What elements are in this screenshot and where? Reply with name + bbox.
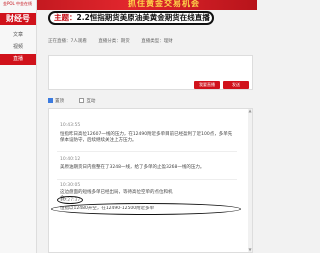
- message-text: 恒指昨日高位12607一线的压力，在12490附近多单目前已经盈利了近100点，…: [60, 132, 233, 143]
- pin-checkbox[interactable]: [48, 98, 53, 103]
- sidebar-item-live[interactable]: 直播: [0, 54, 36, 65]
- scroll-down-icon[interactable]: ▼: [248, 248, 252, 252]
- live-message-feed: 10:43:55 恒指昨日高位12607一线的压力，在12490附近多单目前已经…: [48, 108, 253, 253]
- publish-button[interactable]: 我要直播: [194, 81, 220, 89]
- send-button[interactable]: 发送: [223, 81, 249, 89]
- scroll-up-icon[interactable]: ▲: [248, 109, 252, 113]
- feed-scrollbar[interactable]: [248, 109, 252, 252]
- highlight-circle-time: [57, 196, 83, 204]
- message-divider: [57, 179, 237, 180]
- live-status: 正在直播：7人观看: [48, 39, 87, 44]
- top-promo-banner[interactable]: 抓住黄金交易机会: [0, 0, 257, 10]
- topic-text: 2.2恒指期货美原油美黄金期货在线直播: [76, 13, 210, 22]
- interact-checkbox[interactable]: [79, 98, 85, 103]
- message-input[interactable]: [49, 56, 252, 89]
- highlight-circle-message: [51, 203, 241, 215]
- live-topic-title: 主题：2.2恒指期货美原油美黄金期货在线直播: [48, 11, 214, 25]
- message-time: 10:30:05: [60, 183, 81, 188]
- option-pin[interactable]: 置顶: [48, 98, 64, 106]
- live-info-row: 正在直播：7人观看 直播分类：期货 直播类型：理财: [48, 37, 253, 47]
- message-text: 美原油期货日内盘整在了3248一线，给了多单的止盈3268一线的压力。: [60, 165, 205, 170]
- sidebar-item-videos[interactable]: 视频: [0, 42, 36, 53]
- post-options: 置顶 互动: [48, 98, 253, 106]
- sidebar-item-articles[interactable]: 文章: [0, 30, 36, 41]
- message-time: 10:43:55: [60, 123, 81, 128]
- live-category: 直播分类：期货: [98, 39, 130, 44]
- option-interact[interactable]: 互动: [79, 98, 95, 106]
- sidebar: 金POL 中金在线 财经号 文章 视频 直播: [0, 0, 37, 253]
- message-time: 10:40:12: [60, 157, 81, 162]
- channel-logo[interactable]: 财经号: [0, 13, 36, 25]
- live-type: 直播类型：理财: [141, 39, 173, 44]
- site-logo[interactable]: 金POL 中金在线: [3, 1, 32, 7]
- message-divider: [57, 151, 237, 152]
- promo-text: 抓住黄金交易机会: [128, 0, 200, 8]
- topic-prefix: 主题：: [54, 13, 77, 22]
